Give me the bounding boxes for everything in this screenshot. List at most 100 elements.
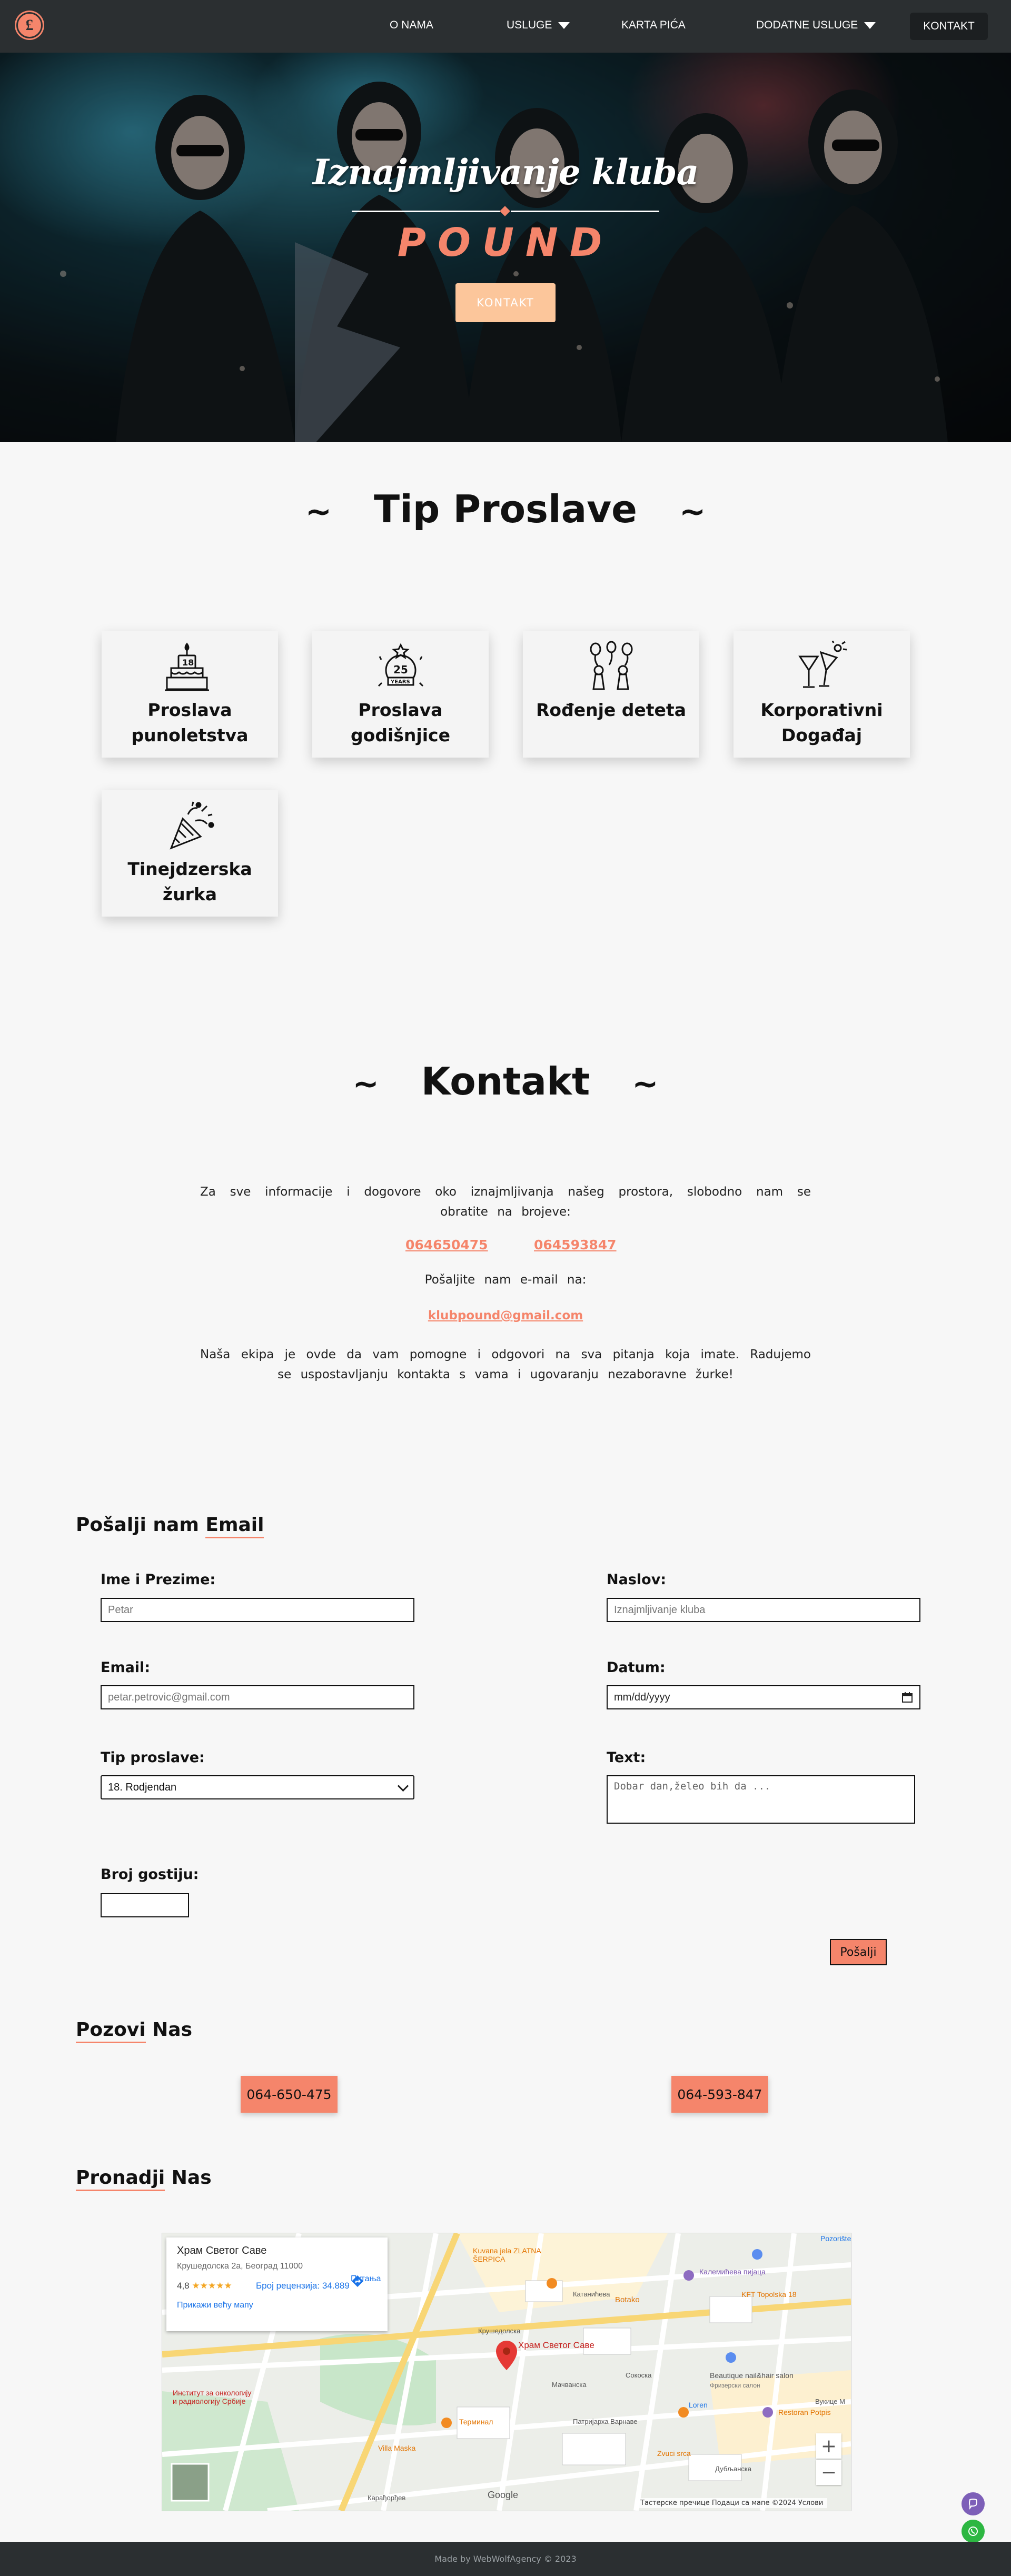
guests-input[interactable] <box>101 1893 189 1917</box>
heading-text: Nas <box>165 2167 212 2189</box>
call-heading: Pozovi Nas <box>76 2019 192 2043</box>
nav-item-karta-pica[interactable]: KARTA PIĆA <box>621 19 686 32</box>
name-placeholder: Petar <box>108 1604 133 1616</box>
card-label: Tinejdzerska žurka <box>127 859 252 904</box>
phone-link-text: 064593847 <box>534 1237 617 1252</box>
subject-placeholder: Iznajmljivanje kluba <box>614 1604 706 1616</box>
place-address: Крушедолска 2а, Београд 11000 <box>177 2262 303 2271</box>
map-label: Карађорђев <box>368 2494 406 2502</box>
hero-kontakt-button[interactable]: KONTAKT <box>455 283 556 322</box>
tilde-right: ~ <box>632 1066 659 1103</box>
nav-item-o-nama[interactable]: O NAMA <box>390 19 433 32</box>
call-button-1[interactable]: 064-650-475 <box>241 2076 338 2113</box>
map-label: Крушедолска <box>478 2327 521 2335</box>
calendar-icon[interactable] <box>901 1692 913 1703</box>
celebration-card-punoletstvo[interactable]: 18 Proslava punoletstva <box>102 631 278 758</box>
map-pin-label: Храм Светог Саве <box>518 2340 594 2350</box>
caret-down-icon <box>558 22 570 29</box>
nav-item-label: DODATNE USLUGE <box>756 19 858 31</box>
footer: Made by WebWolfAgency © 2023 <box>0 2542 1011 2576</box>
footer-text: Made by WebWolfAgency © 2023 <box>434 2554 577 2564</box>
map-label: Botako <box>615 2295 640 2304</box>
phone-link-text: 064650475 <box>405 1237 488 1252</box>
map-label: Патријарха Варнаве <box>573 2418 638 2425</box>
map-place-card: Храм Светог Саве Крушедолска 2а, Београд… <box>166 2237 388 2331</box>
directions-button[interactable]: Путања <box>351 2274 381 2287</box>
svg-text:18: 18 <box>182 658 194 668</box>
tilde-left: ~ <box>305 493 332 531</box>
email-placeholder: petar.petrovic@gmail.com <box>108 1691 230 1703</box>
hero-subtitle: POUND <box>397 220 614 265</box>
heading-underlined-text: Email <box>205 1514 264 1538</box>
phone-link-1[interactable]: 064650475 <box>405 1237 488 1252</box>
phone-link-2[interactable]: 064593847 <box>534 1237 617 1252</box>
type-select[interactable]: 18. Rodjendan <box>101 1775 414 1799</box>
date-input[interactable]: mm/dd/yyyy <box>607 1685 920 1709</box>
call-button-2[interactable]: 064-593-847 <box>671 2076 768 2113</box>
celebration-card-rodjenje[interactable]: Rođenje deteta <box>523 631 699 758</box>
chevron-down-icon <box>397 1780 409 1792</box>
email-input[interactable]: petar.petrovic@gmail.com <box>101 1685 414 1709</box>
guests-label: Broj gostiju: <box>101 1866 199 1883</box>
email-intro: Pošaljite nam e-mail na: <box>424 1273 587 1287</box>
whatsapp-icon <box>968 2527 978 2536</box>
zoom-out-button[interactable]: − <box>816 2460 841 2485</box>
email-link[interactable]: klubpound@gmail.com <box>428 1309 583 1322</box>
email-label: Email: <box>101 1659 151 1676</box>
nav-item-dodatne-usluge[interactable]: DODATNE USLUGE <box>756 19 876 32</box>
map-label: Мачванска <box>552 2381 587 2389</box>
message-placeholder: Dobar dan,želeo bih da ... <box>614 1781 771 1792</box>
nav-item-label: O NAMA <box>390 19 433 31</box>
google-map[interactable]: Храм Светог Саве Институт за онкологију … <box>162 2233 851 2511</box>
map-label: Loren <box>689 2401 708 2409</box>
map-label: Катанићева <box>573 2290 610 2298</box>
tilde-left: ~ <box>352 1066 379 1103</box>
map-label: Институт за онкологију и радиологију Срб… <box>173 2389 252 2405</box>
map-label: Терминал <box>459 2418 493 2426</box>
card-label: Rođenje deteta <box>536 700 686 720</box>
baby-balloons-icon <box>590 641 632 690</box>
place-reviews-link[interactable]: Број рецензија: 34.889 <box>256 2281 350 2291</box>
celebration-card-godisnjica[interactable]: 25 YEARS Proslava godišnjice <box>312 631 489 758</box>
hero-section: Iznajmljivanje kluba POUND KONTAKT <box>0 53 1011 442</box>
place-rating: 4,8 ★★★★★ <box>177 2281 232 2291</box>
hero-title: Iznajmljivanje kluba <box>312 152 699 193</box>
map-label: Калемићева пијаца <box>699 2267 766 2276</box>
map-label: Сокоска <box>626 2371 652 2379</box>
celebration-card-tinejdzerska[interactable]: Tinejdzerska žurka <box>102 790 278 917</box>
types-section-title: ~ Tip Proslave ~ <box>0 487 1011 531</box>
contact-title: Kontakt <box>421 1059 590 1103</box>
heading-text: Nas <box>145 2019 192 2041</box>
nav-item-usluge[interactable]: USLUGE <box>507 19 570 32</box>
subject-input[interactable]: Iznajmljivanje kluba <box>607 1598 920 1622</box>
place-name: Храм Светог Саве <box>177 2245 267 2256</box>
hero-divider-right <box>511 211 659 212</box>
contact-section-title: ~ Kontakt ~ <box>0 1059 1011 1103</box>
rating-value: 4,8 <box>177 2281 190 2291</box>
logo[interactable]: £ <box>15 11 44 40</box>
name-label: Ime i Prezime: <box>101 1572 216 1588</box>
viber-button[interactable] <box>962 2492 985 2515</box>
submit-button[interactable]: Pošalji <box>830 1939 887 1965</box>
map-label: Beautique nail&hair salon <box>710 2371 794 2380</box>
contact-intro: Za sve informacije i dogovore oko iznajm… <box>200 1185 811 1219</box>
map-label: Фризерски салон <box>710 2382 760 2389</box>
whatsapp-button[interactable] <box>962 2520 985 2543</box>
message-textarea[interactable]: Dobar dan,želeo bih da ... <box>607 1775 915 1824</box>
name-input[interactable]: Petar <box>101 1598 414 1622</box>
email-form-heading: Pošalji nam Email <box>76 1514 264 1538</box>
heading-text: Pošalji nam <box>76 1514 206 1536</box>
celebration-card-korporativni[interactable]: Korporativni Događaj <box>734 631 910 758</box>
navbar: £ O NAMA USLUGE KARTA PIĆA DODATNE USLUG… <box>0 0 1011 53</box>
card-label: Proslava punoletstva <box>131 700 249 745</box>
larger-map-link[interactable]: Прикажи већу мапу <box>177 2301 253 2310</box>
email-link-wrap: klubpound@gmail.com <box>0 1309 1011 1322</box>
map-attribution: Тастерске пречице Подаци са мапе ©2024 У… <box>636 2498 828 2508</box>
nav-kontakt-button[interactable]: KONTAKT <box>910 13 988 40</box>
find-heading: Pronadji Nas <box>76 2167 212 2191</box>
zoom-in-button[interactable]: + <box>816 2433 841 2459</box>
google-logo: Google <box>488 2490 519 2500</box>
tilde-right: ~ <box>679 493 706 531</box>
map-label: Вукице М <box>815 2398 845 2405</box>
map-label: Restoran Potpis <box>778 2408 831 2416</box>
